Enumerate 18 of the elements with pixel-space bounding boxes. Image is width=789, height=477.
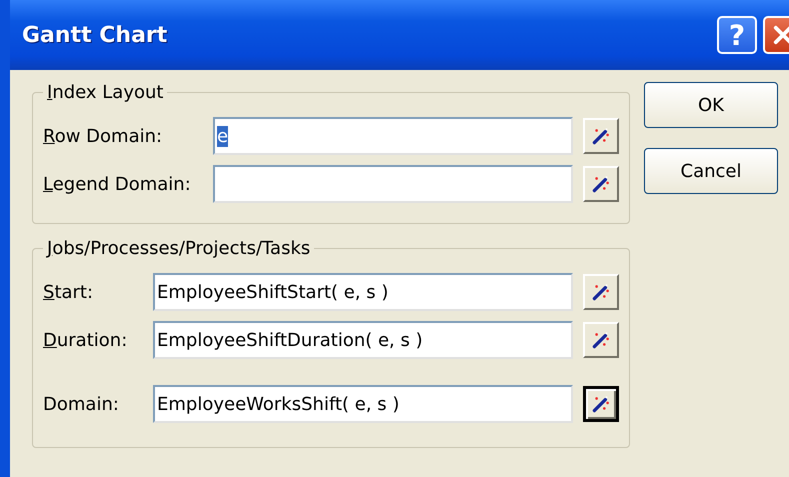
group-title: Jobs/Processes/Projects/Tasks: [45, 238, 312, 259]
window-title: Gantt Chart: [22, 22, 168, 48]
dialog-button[interactable]: Cancel: [644, 148, 778, 194]
field-label: Legend Domain:: [43, 174, 192, 194]
field-label: Domain:: [43, 394, 120, 414]
text-field[interactable]: EmployeeShiftDuration( e, s ): [153, 321, 573, 359]
wizard-button[interactable]: [583, 386, 619, 422]
text-field[interactable]: EmployeeWorksShift( e, s ): [153, 385, 573, 423]
text-field[interactable]: EmployeeShiftStart( e, s ): [153, 273, 573, 311]
group-title: Index Layout: [46, 82, 164, 103]
field-label: Row Domain:: [43, 126, 164, 146]
field-label: Start:: [43, 282, 94, 302]
dialog-button[interactable]: OK: [644, 82, 778, 128]
field-label: Duration:: [43, 330, 128, 350]
help-button[interactable]: ?: [717, 16, 757, 54]
text-field[interactable]: e: [213, 117, 573, 155]
text-field[interactable]: [213, 165, 573, 203]
close-icon: [771, 23, 789, 47]
